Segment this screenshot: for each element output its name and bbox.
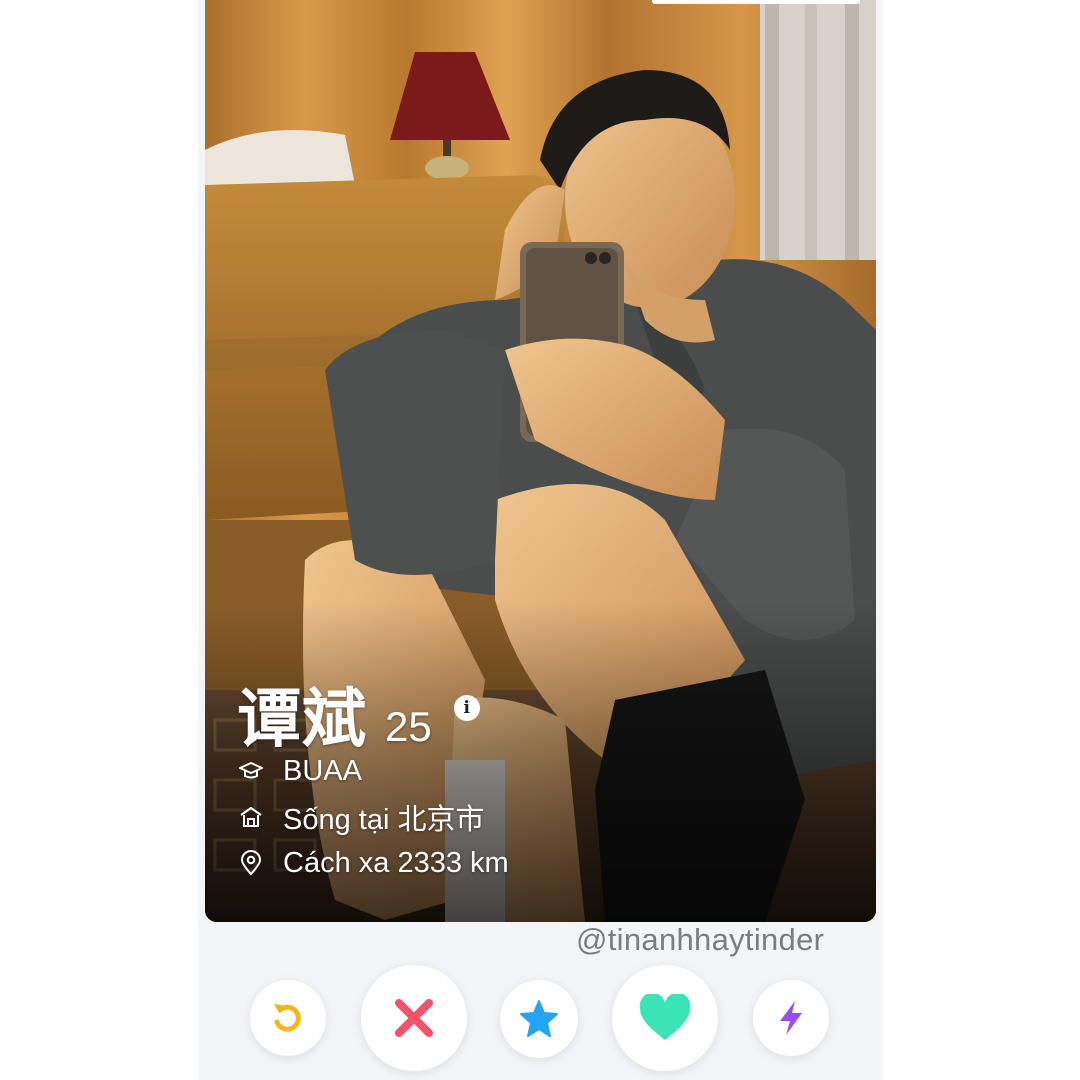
super-like-button[interactable] [500, 980, 578, 1058]
star-icon [517, 997, 561, 1041]
boost-button[interactable] [753, 980, 829, 1056]
nope-button[interactable] [361, 965, 467, 1071]
home-icon [237, 803, 265, 831]
profile-name: 谭斌 [237, 683, 367, 757]
name-row: 谭斌 25 i [237, 668, 509, 757]
profile-distance: Cách xa 2333 km [283, 846, 509, 879]
profile-info: 谭斌 25 i BUAA Sống tại 北京市 Cách xa 2333 k… [237, 668, 509, 886]
rewind-icon [268, 998, 308, 1038]
profile-lives-in: Sống tại 北京市 [283, 804, 485, 836]
watermark: @tinanhhaytinder [576, 922, 825, 957]
close-icon [391, 995, 437, 1041]
rewind-button[interactable] [250, 980, 326, 1056]
lightning-icon [776, 999, 806, 1037]
heart-icon [638, 994, 692, 1042]
graduation-cap-icon [237, 757, 265, 785]
location-pin-icon [237, 849, 265, 877]
profile-school: BUAA [283, 754, 362, 787]
profile-age: 25 [385, 703, 432, 750]
photo-indicator [652, 0, 860, 4]
profile-card[interactable]: 谭斌 25 i BUAA Sống tại 北京市 Cách xa 2333 k… [205, 0, 876, 922]
like-button[interactable] [612, 965, 718, 1071]
location-row: Sống tại 北京市 [237, 794, 509, 840]
distance-row: Cách xa 2333 km [237, 840, 509, 886]
info-icon[interactable]: i [453, 695, 480, 721]
